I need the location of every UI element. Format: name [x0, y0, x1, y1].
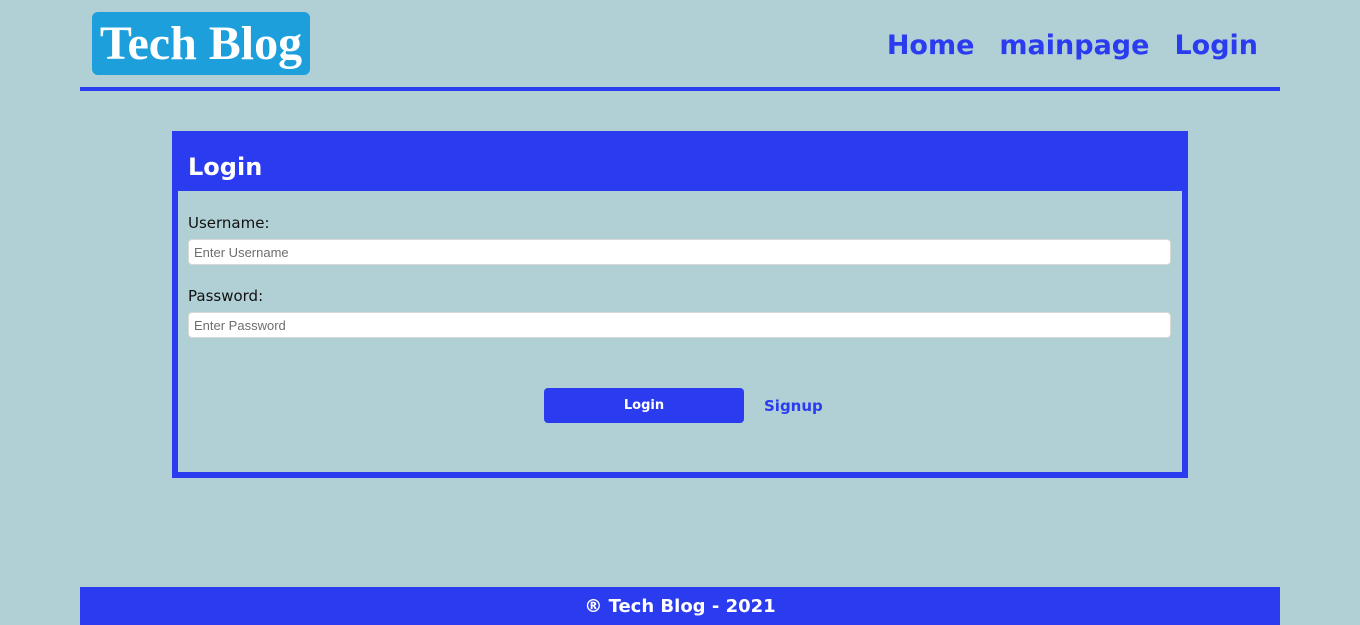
- password-input[interactable]: [188, 312, 1171, 338]
- login-title: Login: [188, 153, 263, 181]
- nav-link-login[interactable]: Login: [1174, 26, 1258, 66]
- signup-link[interactable]: Signup: [764, 395, 823, 417]
- login-card: Login Username: Password: Login Signup: [172, 131, 1188, 478]
- login-button[interactable]: Login: [544, 388, 744, 423]
- login-card-header: Login: [178, 137, 1182, 191]
- main-nav: Home mainpage Login: [887, 26, 1258, 66]
- password-label: Password:: [188, 287, 264, 305]
- footer: ® Tech Blog - 2021: [80, 587, 1280, 625]
- nav-link-home[interactable]: Home: [887, 26, 975, 66]
- nav-link-mainpage[interactable]: mainpage: [999, 26, 1149, 66]
- username-input[interactable]: [188, 239, 1171, 265]
- site-logo[interactable]: Tech Blog: [92, 12, 310, 75]
- username-label: Username:: [188, 214, 270, 232]
- header-divider: [80, 87, 1280, 91]
